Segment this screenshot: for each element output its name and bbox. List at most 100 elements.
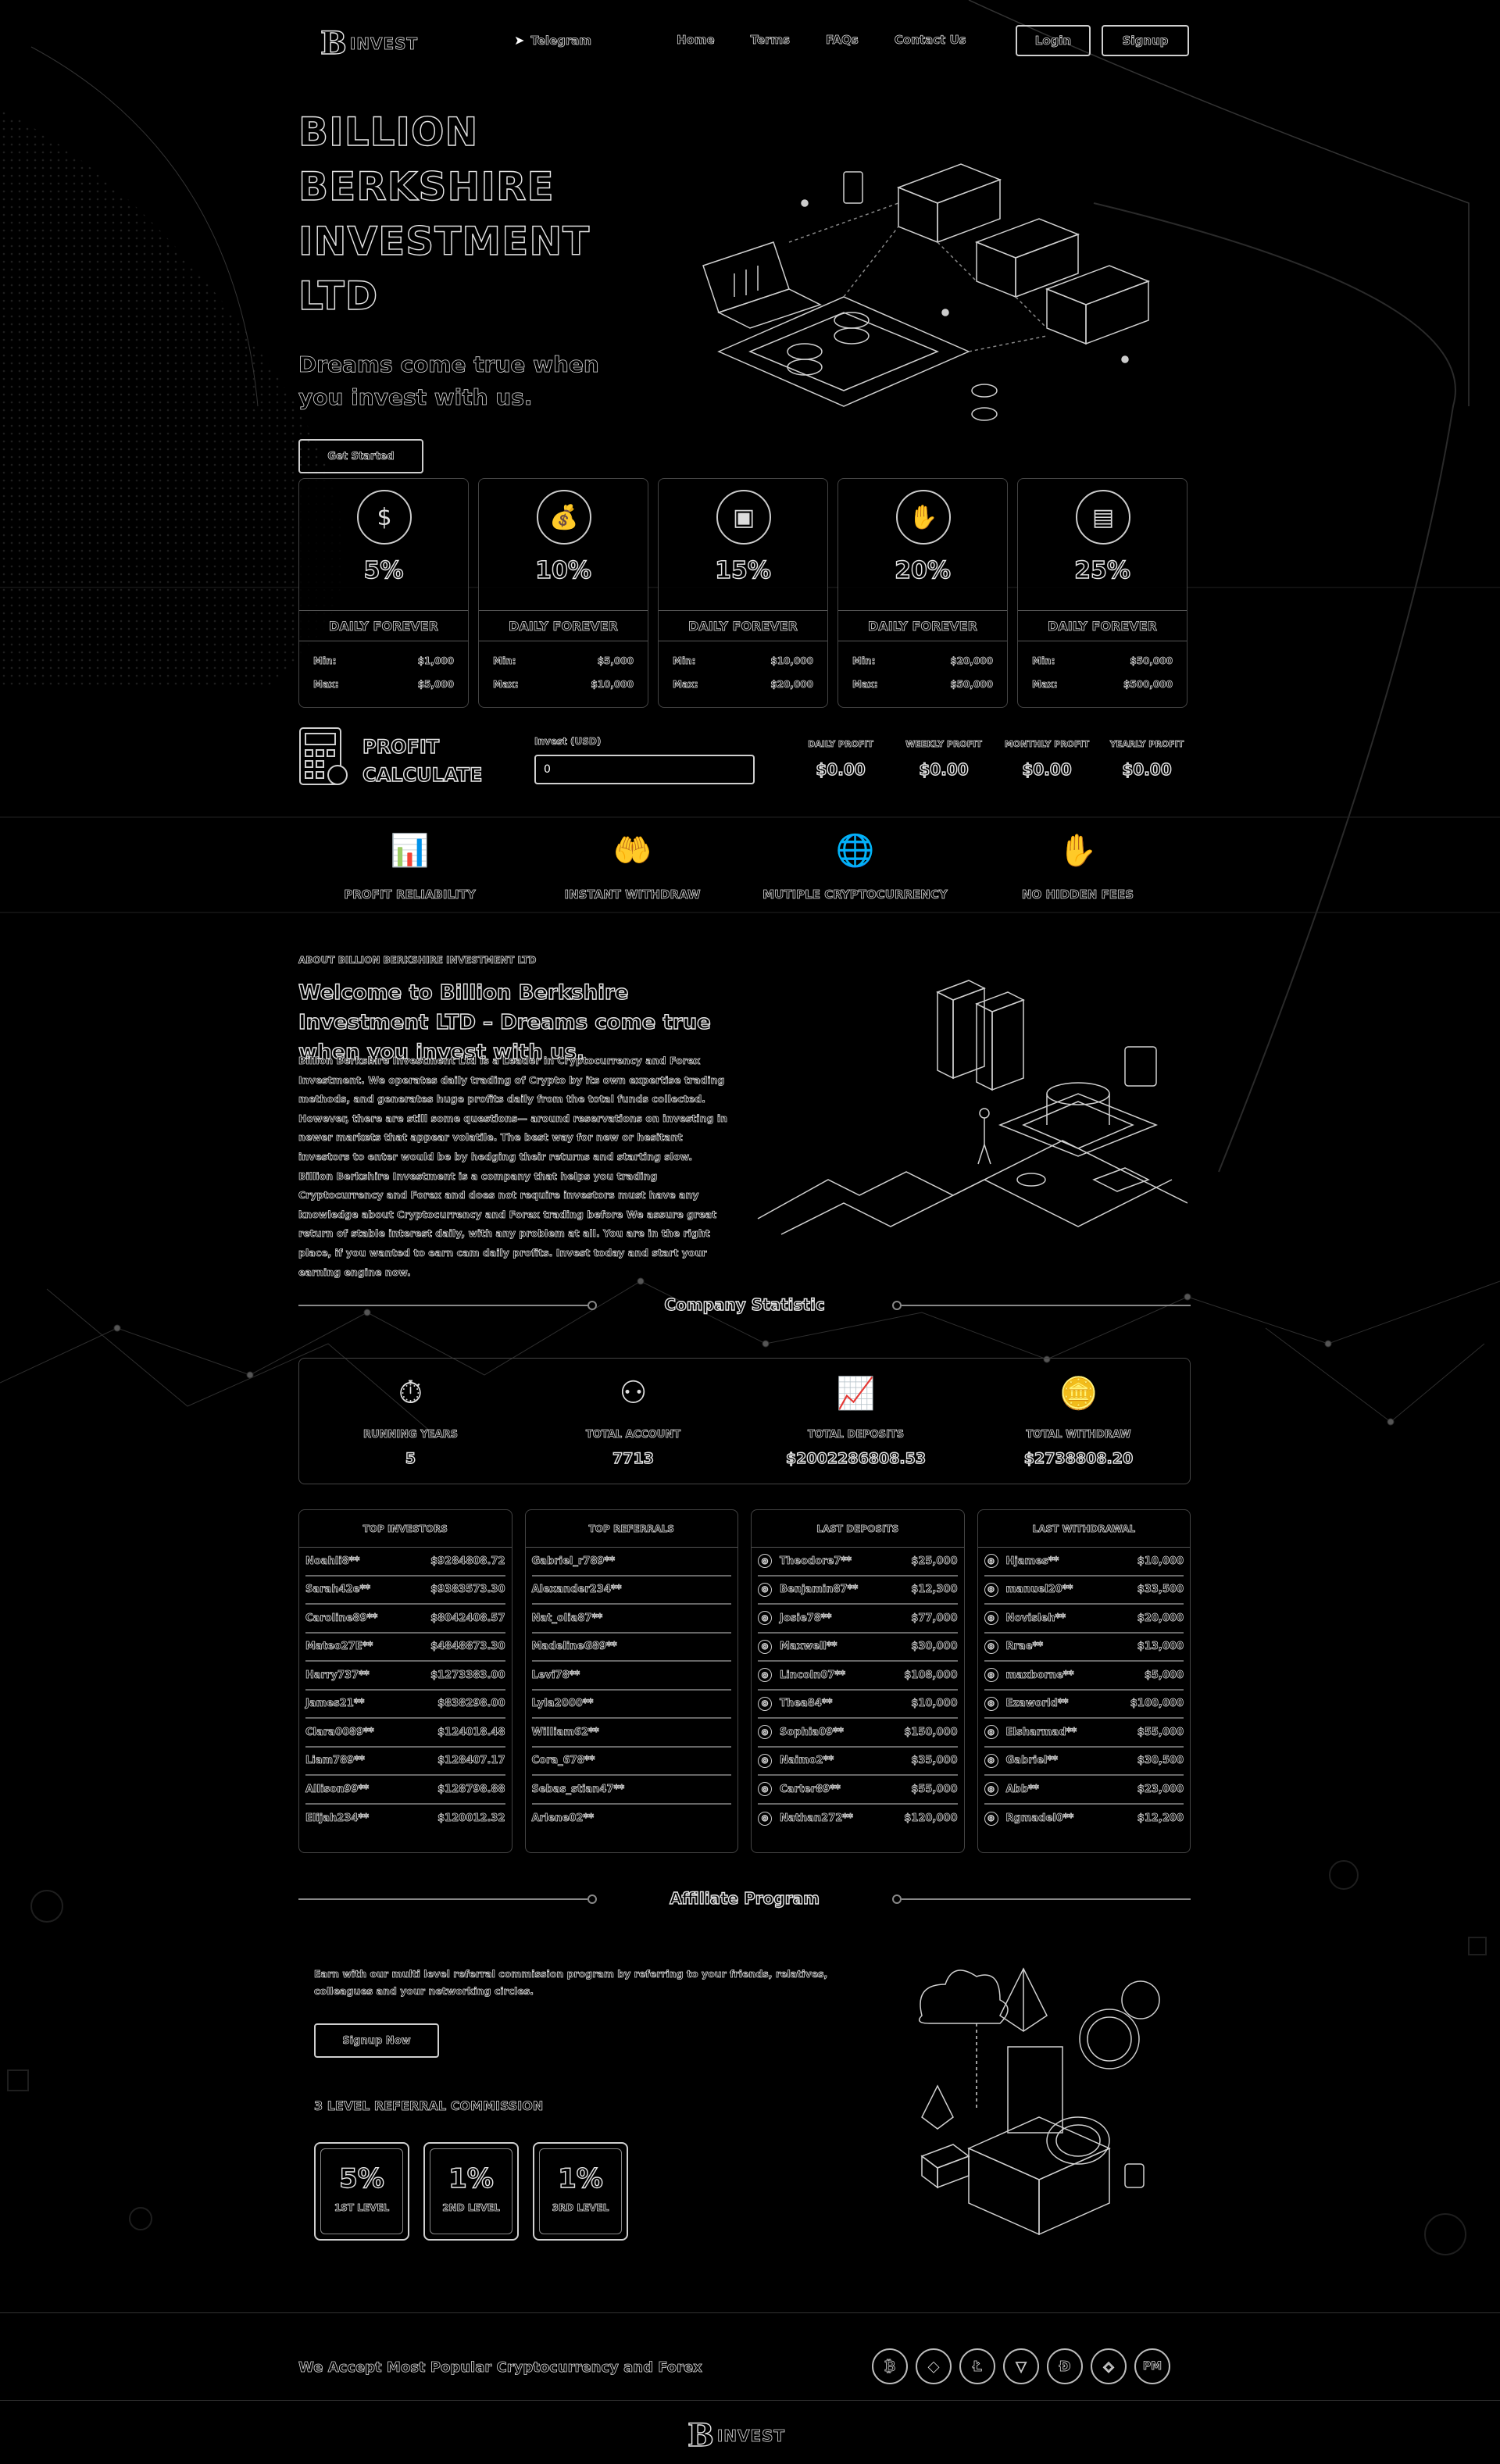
row-left: ◎ Maxwell** xyxy=(758,1639,838,1654)
row-username: Mateo27E** xyxy=(305,1641,373,1653)
row-amount: $120,000 xyxy=(904,1812,958,1825)
table-row: Cora_678** xyxy=(531,1748,731,1776)
plan-card[interactable]: ▣ 15% DAILY FOREVER Min: $10,000 Max: $20,… xyxy=(658,478,828,708)
row-username: Caroline89** xyxy=(305,1612,378,1624)
plan-min-row: Min: $10,000 xyxy=(673,655,814,667)
page: B INVEST ➤ Telegram Home Terms FAQs Cont… xyxy=(0,0,1500,2464)
result-label: WEEKLY PROFIT xyxy=(905,739,983,750)
table-row: Sebas_stian47** xyxy=(531,1776,731,1805)
coin-icon: ◎ xyxy=(758,1554,772,1569)
table-row: ◎ Novisleh** $20,000 xyxy=(984,1605,1184,1634)
row-amount: $35,000 xyxy=(911,1755,958,1767)
footer-logo[interactable]: B INVEST xyxy=(687,2416,786,2454)
get-started-button[interactable]: Get Started xyxy=(298,439,423,473)
plan-min-label: Min: xyxy=(493,655,516,667)
row-username: Maxwell** xyxy=(780,1641,838,1653)
row-left: ◎ manuel20** xyxy=(984,1582,1073,1597)
row-left: James21** xyxy=(305,1698,365,1710)
signup-button[interactable]: Signup xyxy=(1102,25,1189,56)
calc-title-line2: CALCULATE xyxy=(362,763,483,786)
coin-icon: ◎ xyxy=(758,1753,772,1768)
plan-max-label: Max: xyxy=(1032,679,1058,691)
coin-icon: ◎ xyxy=(758,1639,772,1654)
table-row: William62** xyxy=(531,1719,731,1748)
row-username: Abb** xyxy=(1005,1783,1039,1795)
logo-mark: B xyxy=(320,24,347,62)
hero-isometric-illustration xyxy=(702,163,1151,421)
row-left: ◎ Gabriel** xyxy=(984,1753,1058,1768)
footer-divider xyxy=(0,2400,1500,2401)
plan-max-value: $20,000 xyxy=(770,679,813,691)
row-amount: $25,000 xyxy=(911,1555,958,1567)
nav-faqs[interactable]: FAQs xyxy=(826,33,859,48)
table-row: Arlene02** xyxy=(531,1805,732,1834)
row-left: Sebas_stian47** xyxy=(531,1783,624,1795)
row-left: Harry737** xyxy=(305,1669,370,1681)
nav-contact[interactable]: Contact Us xyxy=(894,33,966,48)
coin-icon: ◎ xyxy=(758,1668,772,1683)
dogecoin-icon: Đ xyxy=(1047,2348,1083,2384)
row-username: Carter89** xyxy=(780,1783,841,1795)
row-username: Clara0089** xyxy=(305,1726,375,1738)
leaderboard-tables: TOP INVESTORS Noahli8** $9284808.72 Sarah4… xyxy=(298,1509,1191,1853)
signup-now-button[interactable]: Signup Now xyxy=(314,2023,439,2058)
stat-value: 5 xyxy=(405,1449,416,1467)
logo[interactable]: B INVEST xyxy=(320,24,419,62)
plan-card[interactable]: $ 5% DAILY FOREVER Min: $1,000 Max: $5,000 xyxy=(298,478,469,708)
plan-card[interactable]: ▤ 25% DAILY FOREVER Min: $50,000 Max: $500… xyxy=(1017,478,1188,708)
invest-amount-input[interactable] xyxy=(534,755,755,784)
plan-card[interactable]: 💰 10% DAILY FOREVER Min: $5,000 Max: $10,0… xyxy=(478,478,648,708)
logo-word: INVEST xyxy=(349,34,419,53)
table-row: ◎ Benjamin87** $12,300 xyxy=(758,1577,958,1605)
hand-money-icon: 🤲 xyxy=(612,832,652,869)
weekly-profit-result: WEEKLY PROFIT $0.00 xyxy=(897,739,991,780)
result-label: DAILY PROFIT xyxy=(808,739,874,750)
row-amount: $13,000 xyxy=(1137,1641,1184,1653)
stat-value: $2738808.20 xyxy=(1023,1449,1134,1467)
row-amount: $4848873.30 xyxy=(430,1641,505,1653)
table-row: Clara0089** $124018.48 xyxy=(305,1719,505,1748)
plan-min-value: $5,000 xyxy=(597,655,634,667)
nav-telegram-link[interactable]: ➤ Telegram xyxy=(514,33,591,48)
level-percent: 5% xyxy=(338,2162,384,2194)
footer-logo-mark: B xyxy=(687,2416,714,2454)
table-row: ◎ Lincoln07** $108,000 xyxy=(758,1662,958,1691)
table-row: Allison99** $128798.88 xyxy=(305,1776,505,1805)
row-username: James21** xyxy=(305,1698,365,1710)
table-row: Noahli8** $9284808.72 xyxy=(305,1548,505,1577)
table-row: James21** $838298.00 xyxy=(305,1691,505,1719)
row-left: ◎ Ezaworld** xyxy=(984,1696,1069,1711)
level-percent: 1% xyxy=(448,2162,494,2194)
stat-item: ⏱ RUNNING YEARS 5 xyxy=(299,1359,522,1484)
coin-icon: ◎ xyxy=(984,1696,998,1711)
row-username: Noahli8** xyxy=(305,1555,360,1567)
row-left: Allison99** xyxy=(305,1783,370,1795)
table-row: ◎ Maxwell** $30,000 xyxy=(758,1634,958,1662)
row-username: Lyla2000** xyxy=(531,1698,594,1710)
result-value: $0.00 xyxy=(816,759,866,779)
about-text: Billion Berkshire Investment Ltd is a Le… xyxy=(298,1055,728,1278)
row-left: ◎ Rgmadel0** xyxy=(984,1811,1074,1826)
row-amount: $55,000 xyxy=(911,1783,958,1795)
plan-percent: 15% xyxy=(714,556,771,584)
row-username: maxborne** xyxy=(1005,1669,1074,1681)
plan-label: DAILY FOREVER xyxy=(659,610,827,641)
accept-crypto-text: We Accept Most Popular Cryptocurrency an… xyxy=(298,2359,703,2377)
footer-logo-word: INVEST xyxy=(716,2426,786,2445)
row-username: Alexander234** xyxy=(531,1584,622,1596)
row-username: Allison99** xyxy=(305,1783,370,1795)
login-button[interactable]: Login xyxy=(1016,25,1091,56)
nav-terms[interactable]: Terms xyxy=(750,33,790,48)
feature-label: PROFIT RELIABILITY xyxy=(344,887,476,902)
plan-card[interactable]: ✋ 20% DAILY FOREVER Min: $20,000 Max: $50,… xyxy=(838,478,1008,708)
coin-icon: ◎ xyxy=(984,1582,998,1597)
table-row: ◎ maxborne** $5,000 xyxy=(984,1662,1184,1691)
row-left: Sarah42e** xyxy=(305,1584,371,1596)
nav-home[interactable]: Home xyxy=(677,33,715,48)
row-username: Lincoln07** xyxy=(780,1669,846,1681)
table-row: Caroline89** $8042408.57 xyxy=(305,1605,505,1634)
row-username: Thea84** xyxy=(780,1698,833,1710)
table-row: Sarah42e** $9383573.30 xyxy=(305,1577,505,1605)
top-investors-table: TOP INVESTORS Noahli8** $9284808.72 Sarah4… xyxy=(298,1509,512,1853)
row-left: Levi78** xyxy=(531,1669,580,1681)
